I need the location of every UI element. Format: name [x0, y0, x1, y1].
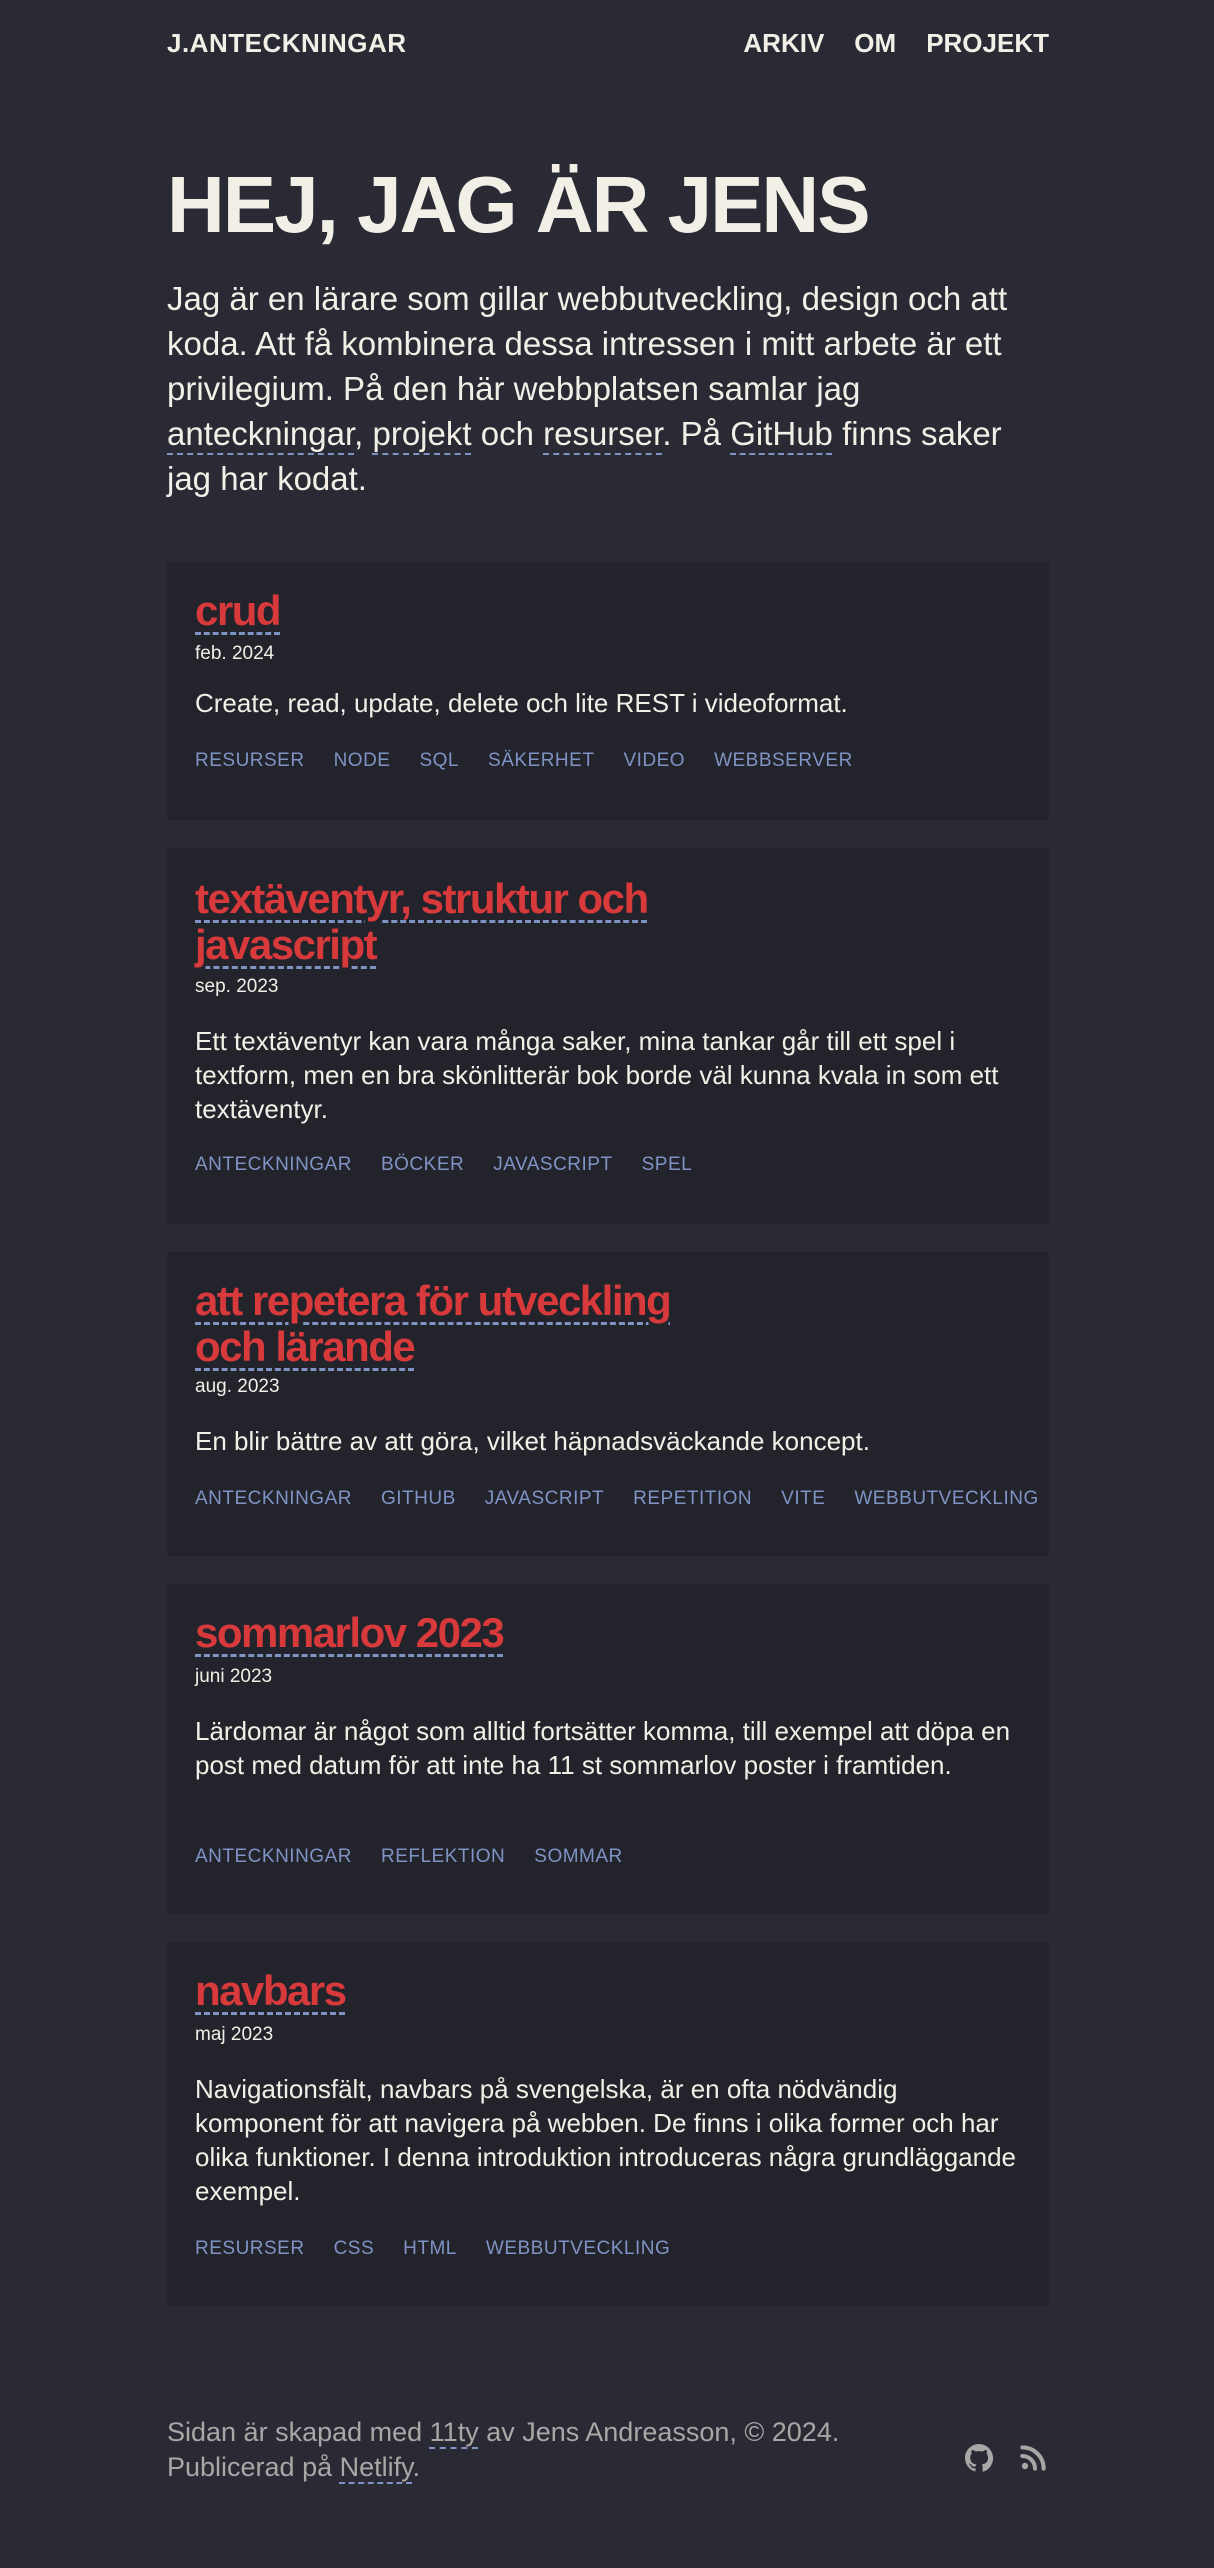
tag-link[interactable]: WEBBUTVECKLING — [854, 1488, 1038, 1510]
tag-link[interactable]: JAVASCRIPT — [493, 1154, 612, 1176]
intro-pa: . På — [662, 415, 722, 452]
intro-comma: , — [354, 415, 364, 452]
footer-text: Sidan är skapad med 11ty av Jens Andreas… — [167, 2415, 927, 2485]
link-github[interactable]: GitHub — [730, 415, 833, 452]
tag-link[interactable]: RESURSER — [195, 2238, 305, 2260]
tag-link[interactable]: ANTECKNINGAR — [195, 1154, 352, 1176]
tag-link[interactable]: SOMMAR — [534, 1846, 623, 1868]
post-description: En blir bättre av att göra, vilket häpna… — [195, 1426, 870, 1456]
site-logo[interactable]: J.ANTECKNINGAR — [167, 28, 407, 59]
post-tags: RESURSER NODE SQL SÄKERHET VIDEO WEBBSER… — [195, 750, 853, 772]
footer-text-2: av Jens Andreasson, © 2024. — [486, 2417, 840, 2447]
tag-link[interactable]: RESURSER — [195, 750, 305, 772]
tag-link[interactable]: CSS — [334, 2238, 375, 2260]
footer-text-4: . — [412, 2452, 421, 2482]
link-11ty[interactable]: 11ty — [430, 2417, 479, 2447]
main-nav: ARKIV OM PROJEKT — [743, 28, 1049, 59]
post-tags: ANTECKNINGAR GITHUB JAVASCRIPT REPETITIO… — [195, 1488, 1039, 1510]
tag-link[interactable]: SÄKERHET — [488, 750, 594, 772]
post-title[interactable]: sommarlov 2023 — [195, 1610, 505, 1656]
tag-link[interactable]: ANTECKNINGAR — [195, 1488, 352, 1510]
link-resurser[interactable]: resurser — [543, 415, 662, 452]
tag-link[interactable]: JAVASCRIPT — [485, 1488, 604, 1510]
post-tags: ANTECKNINGAR BÖCKER JAVASCRIPT SPEL — [195, 1154, 692, 1176]
nav-item-projekt[interactable]: PROJEKT — [926, 28, 1049, 59]
tag-link[interactable]: VITE — [781, 1488, 825, 1510]
intro-paragraph: Jag är en lärare som gillar webbutveckli… — [167, 276, 1049, 501]
rss-icon[interactable] — [1017, 2442, 1049, 2474]
post-date: sep. 2023 — [195, 976, 279, 997]
intro-och: och — [480, 415, 534, 452]
tag-link[interactable]: SQL — [419, 750, 459, 772]
post-description: Navigationsfält, navbars på svengelska, … — [195, 2074, 1017, 2206]
tag-link[interactable]: HTML — [403, 2238, 457, 2260]
site-header: J.ANTECKNINGAR ARKIV OM PROJEKT — [167, 26, 1049, 58]
intro-text: Jag är en lärare som gillar webbutveckli… — [167, 280, 1008, 407]
post-title[interactable]: crud — [195, 588, 282, 634]
post-description: Create, read, update, delete och lite RE… — [195, 688, 848, 718]
footer-text-1: Sidan är skapad med — [167, 2417, 423, 2447]
post-card: textäventyr, struktur och javascript sep.… — [167, 848, 1049, 1224]
post-description: Ett textäventyr kan vara många saker, mi… — [195, 1026, 999, 1124]
post-date: aug. 2023 — [195, 1376, 280, 1397]
post-title[interactable]: navbars — [195, 1968, 347, 2014]
post-card: crud feb. 2024 Create, read, update, del… — [167, 562, 1049, 820]
post-card: att repetera för utveckling och lärande a… — [167, 1252, 1049, 1556]
post-date: maj 2023 — [195, 2024, 274, 2045]
post-card: sommarlov 2023 juni 2023 Lärdomar är någ… — [167, 1584, 1049, 1914]
page-title: HEJ, JAG ÄR JENS — [167, 160, 871, 249]
nav-item-arkiv[interactable]: ARKIV — [743, 28, 824, 59]
post-tags: ANTECKNINGAR REFLEKTION SOMMAR — [195, 1846, 623, 1868]
tag-link[interactable]: ANTECKNINGAR — [195, 1846, 352, 1868]
post-date: feb. 2024 — [195, 643, 275, 664]
post-title[interactable]: att repetera för utveckling och lärande — [195, 1278, 672, 1370]
tag-link[interactable]: WEBBUTVECKLING — [486, 2238, 670, 2260]
tag-link[interactable]: SPEL — [642, 1154, 693, 1176]
tag-link[interactable]: GITHUB — [381, 1488, 456, 1510]
post-date: juni 2023 — [195, 1666, 273, 1687]
link-anteckningar[interactable]: anteckningar — [167, 415, 354, 452]
footer-text-3: Publicerad på — [167, 2452, 333, 2482]
post-title[interactable]: textäventyr, struktur och javascript — [195, 876, 649, 968]
tag-link[interactable]: REPETITION — [633, 1488, 752, 1510]
tag-link[interactable]: NODE — [334, 750, 391, 772]
tag-link[interactable]: BÖCKER — [381, 1154, 464, 1176]
post-description: Lärdomar är något som alltid fortsätter … — [195, 1716, 1011, 1780]
tag-link[interactable]: VIDEO — [623, 750, 685, 772]
post-tags: RESURSER CSS HTML WEBBUTVECKLING — [195, 2238, 670, 2260]
nav-item-om[interactable]: OM — [854, 28, 896, 59]
link-netlify[interactable]: Netlify — [340, 2452, 413, 2482]
tag-link[interactable]: REFLEKTION — [381, 1846, 505, 1868]
github-icon[interactable] — [963, 2442, 995, 2474]
link-projekt[interactable]: projekt — [372, 415, 471, 452]
tag-link[interactable]: WEBBSERVER — [714, 750, 853, 772]
footer-icons — [963, 2442, 1049, 2474]
post-card: navbars maj 2023 Navigationsfält, navbar… — [167, 1942, 1049, 2306]
